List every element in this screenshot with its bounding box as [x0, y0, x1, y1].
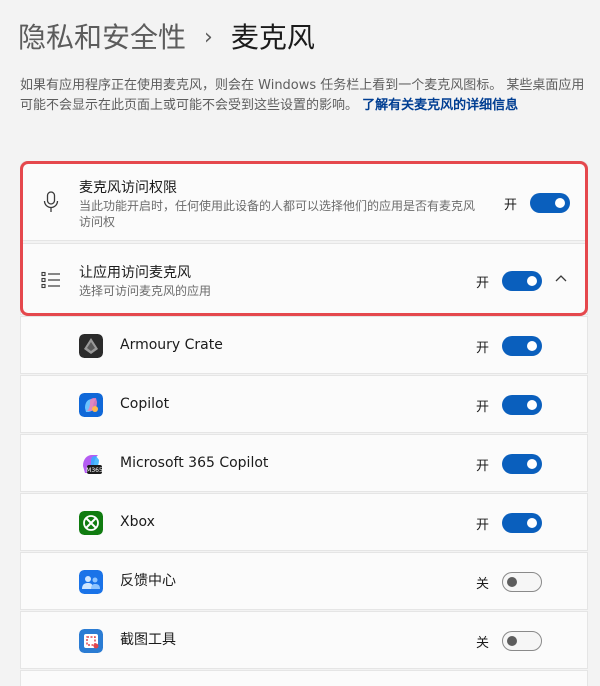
microphone-icon — [39, 190, 63, 214]
app-access-state: 开 — [476, 276, 490, 291]
app-row-snipping-tool: 截图工具 关 — [20, 611, 588, 669]
app-access-title: 让应用访问麦克风 — [79, 265, 191, 281]
app-toggle[interactable] — [502, 513, 542, 533]
page-description: 如果有应用程序正在使用麦克风，则会在 Windows 任务栏上看到一个麦克风图标… — [20, 76, 585, 116]
app-name: Copilot — [120, 396, 170, 412]
app-row-copilot: Copilot 开 — [20, 375, 588, 433]
list-icon — [39, 268, 63, 292]
app-toggle[interactable] — [502, 395, 542, 415]
app-access-subtitle: 选择可访问麦克风的应用 — [79, 284, 212, 298]
app-state: 关 — [476, 636, 490, 651]
microphone-access-state: 开 — [504, 198, 518, 213]
app-toggle[interactable] — [502, 336, 542, 356]
svg-text:M365: M365 — [86, 467, 103, 474]
copilot-icon — [79, 393, 103, 417]
armoury-crate-icon — [79, 334, 103, 358]
app-state: 关 — [476, 577, 490, 592]
microphone-access-title: 麦克风访问权限 — [79, 180, 177, 196]
learn-more-link[interactable]: 了解有关麦克风的详细信息 — [362, 98, 518, 113]
snipping-tool-icon — [79, 629, 103, 653]
chevron-up-icon[interactable] — [554, 271, 568, 287]
app-name: 反馈中心 — [120, 573, 176, 589]
app-toggle[interactable] — [502, 454, 542, 474]
app-state: 开 — [476, 518, 490, 533]
app-toggle[interactable] — [502, 631, 542, 651]
microphone-access-subtitle: 当此功能开启时，任何使用此设备的人都可以选择他们的应用是否有麦克风访问权 — [79, 199, 476, 229]
app-row-xbox: Xbox 开 — [20, 493, 588, 551]
app-state: 开 — [476, 341, 490, 356]
microphone-access-toggle[interactable] — [530, 193, 570, 213]
app-access-toggle[interactable] — [502, 271, 542, 291]
xbox-icon — [79, 511, 103, 535]
app-row-armoury-crate: Armoury Crate 开 — [20, 316, 588, 374]
app-name: Armoury Crate — [120, 337, 223, 353]
breadcrumb: 隐私和安全性 › 麦克风 — [18, 18, 315, 58]
app-row-partial — [20, 670, 588, 686]
page-title: 麦克风 — [230, 21, 315, 54]
app-row-m365-copilot: M365 Microsoft 365 Copilot 开 — [20, 434, 588, 492]
feedback-hub-icon — [79, 570, 103, 594]
app-state: 开 — [476, 459, 490, 474]
app-access-setting[interactable]: 让应用访问麦克风 选择可访问麦克风的应用 开 — [20, 243, 588, 315]
app-state: 开 — [476, 400, 490, 415]
breadcrumb-parent[interactable]: 隐私和安全性 — [18, 18, 186, 58]
app-toggle[interactable] — [502, 572, 542, 592]
app-name: Xbox — [120, 514, 155, 530]
app-name: 截图工具 — [120, 632, 176, 648]
m365-copilot-icon: M365 — [79, 452, 103, 476]
breadcrumb-separator: › — [204, 25, 213, 50]
microphone-access-setting: 麦克风访问权限 当此功能开启时，任何使用此设备的人都可以选择他们的应用是否有麦克… — [20, 161, 588, 241]
app-name: Microsoft 365 Copilot — [120, 455, 269, 471]
app-row-feedback-hub: 反馈中心 关 — [20, 552, 588, 610]
